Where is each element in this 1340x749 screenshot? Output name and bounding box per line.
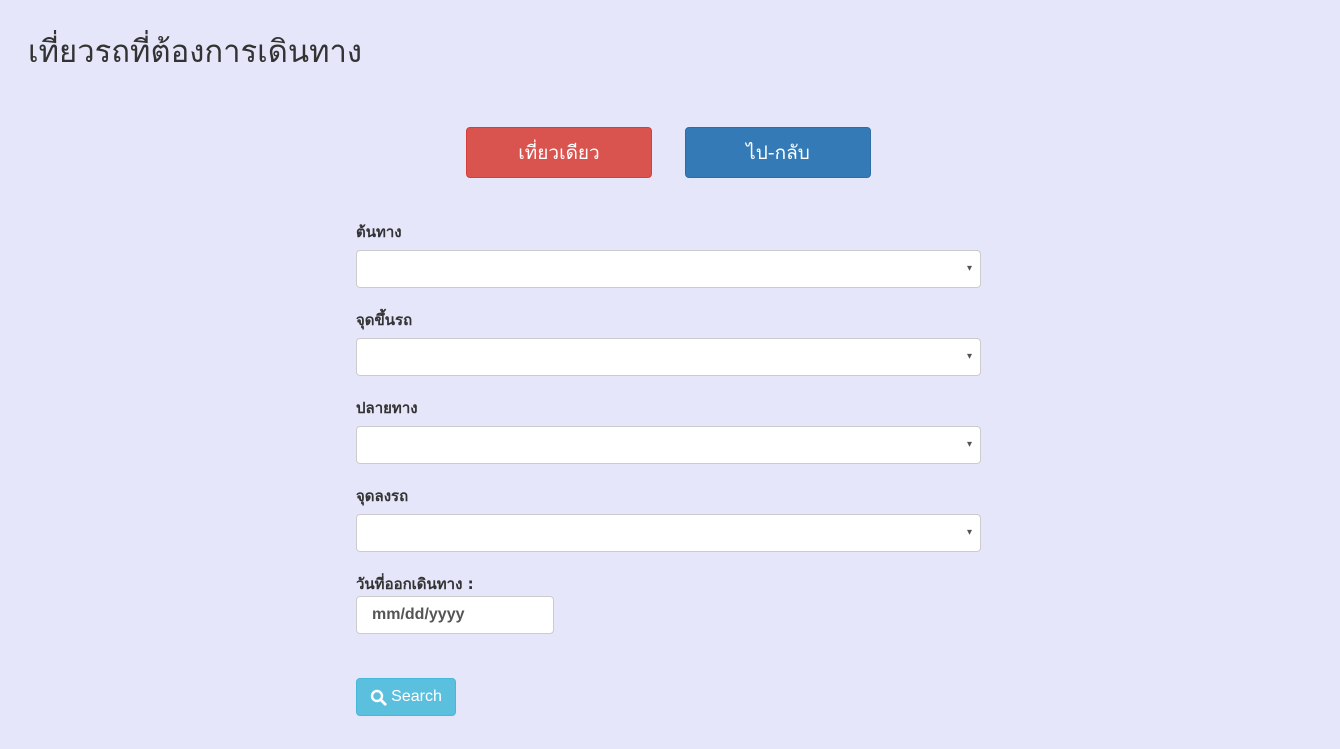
departure-date-input[interactable] [356,596,554,634]
chevron-down-icon: ▾ [966,263,972,274]
chevron-down-icon: ▾ [966,527,972,538]
destination-select[interactable]: ▾ [356,426,981,464]
boarding-point-select[interactable]: ▾ [356,338,981,376]
origin-label: ต้นทาง [356,223,402,241]
chevron-down-icon: ▾ [966,351,972,362]
chevron-down-icon: ▾ [966,439,972,450]
dropoff-point-select[interactable]: ▾ [356,514,981,552]
search-icon [370,689,387,706]
dropoff-point-label: จุดลงรถ [356,487,409,505]
search-button[interactable]: Search [356,678,456,716]
origin-select[interactable]: ▾ [356,250,981,288]
page-title: เที่ยวรถที่ต้องการเดินทาง [28,34,363,70]
search-button-label: Search [391,688,442,705]
one-way-button[interactable]: เที่ยวเดียว [466,127,652,178]
round-trip-button[interactable]: ไป-กลับ [685,127,871,178]
boarding-point-label: จุดขึ้นรถ [356,311,413,329]
departure-date-label: วันที่ออกเดินทาง : [356,575,474,593]
destination-label: ปลายทาง [356,399,418,417]
